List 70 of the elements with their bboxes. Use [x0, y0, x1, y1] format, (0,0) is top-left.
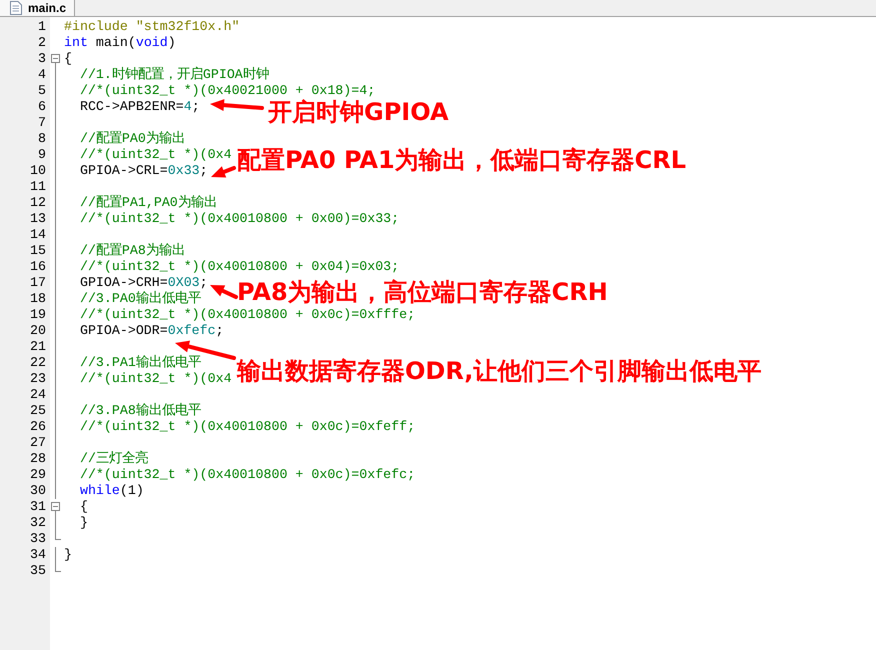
line-number: 15	[29, 243, 47, 259]
annotation-text: 开启时钟GPIOA	[268, 99, 449, 125]
annotation-text: PA8为输出，高位端口寄存器CRH	[237, 279, 608, 305]
line-number: 6	[37, 99, 47, 115]
line-number: 31	[29, 499, 47, 515]
code-line: RCC->APB2ENR=4;	[78, 99, 200, 115]
line-number: 23	[29, 371, 47, 387]
line-number: 29	[29, 467, 47, 483]
line-number: 2	[37, 35, 47, 51]
line-number: 21	[29, 339, 47, 355]
line-number: 33	[29, 531, 47, 547]
code-line: while(1)	[78, 483, 144, 499]
line-number: 7	[37, 115, 47, 131]
annotation-text: 输出数据寄存器ODR,让他们三个引脚输出低电平	[237, 358, 762, 384]
code-line: //*(uint32_t *)(0x40010800 + 0x0c)=0xfffe;	[78, 307, 416, 323]
line-number: 4	[37, 67, 47, 83]
code-line: GPIOA->CRH=0X03;	[78, 275, 208, 290]
code-line: {	[78, 499, 88, 515]
annotation-text: 配置PA0 PA1为输出，低端口寄存器CRL	[237, 147, 686, 173]
line-number: 20	[29, 323, 47, 339]
code-line: //*(uint32_t *)(0x4	[78, 371, 232, 387]
code-line: }	[78, 515, 88, 531]
line-number: 19	[29, 307, 47, 323]
code-line: //3.PA8输出低电平	[78, 403, 201, 419]
line-number: 3	[37, 51, 47, 67]
line-number: 8	[37, 131, 47, 147]
code-line: //三灯全亮	[78, 451, 148, 467]
code-line: GPIOA->ODR=0xfefc;	[78, 323, 224, 339]
line-number: 11	[29, 179, 47, 195]
line-number: 10	[29, 163, 47, 179]
code-line: //*(uint32_t *)(0x40010800 + 0x04)=0x03;	[78, 259, 400, 275]
line-number: 22	[29, 355, 47, 371]
line-number: 12	[29, 195, 47, 211]
line-number: 32	[29, 515, 47, 531]
line-number: 34	[29, 547, 47, 563]
line-number: 5	[37, 83, 47, 99]
code-line: //*(uint32_t *)(0x40010800 + 0x0c)=0xfefc;	[78, 467, 416, 483]
line-number: 14	[29, 227, 47, 243]
line-number: 18	[29, 291, 47, 307]
code-line: {	[63, 51, 72, 67]
line-number: 17	[29, 275, 47, 291]
code-line: int main(void)	[63, 35, 176, 51]
line-number: 25	[29, 403, 47, 419]
code-line: //3.PA0输出低电平	[78, 291, 201, 307]
file-tab[interactable]: main.c	[0, 0, 76, 16]
line-number: 27	[29, 435, 47, 451]
line-number: 26	[29, 419, 47, 435]
line-number: 24	[29, 387, 47, 403]
line-number: 16	[29, 259, 47, 275]
file-icon	[10, 0, 22, 14]
fold-toggle[interactable]	[51, 502, 60, 511]
code-line: //*(uint32_t *)(0x40010800 + 0x00)=0x33;	[78, 211, 400, 227]
code-line: //1.时钟配置，开启GPIOA时钟	[78, 67, 269, 83]
fold-toggle[interactable]	[51, 54, 60, 63]
code-line: GPIOA->CRL=0x33;	[78, 163, 208, 179]
code-line: }	[63, 547, 72, 563]
line-number: 9	[37, 147, 47, 163]
code-line: //3.PA1输出低电平	[78, 355, 201, 371]
line-number: 1	[37, 19, 47, 35]
code-line: //配置PA0为输出	[78, 131, 185, 147]
line-number: 30	[29, 483, 47, 499]
code-line: //*(uint32_t *)(0x40021000 + 0x18)=4;	[78, 83, 376, 99]
line-number: 28	[29, 451, 47, 467]
code-line: //配置PA8为输出	[78, 243, 185, 259]
code-line: #include "stm32f10x.h"	[63, 19, 240, 35]
code-line: //*(uint32_t *)(0x40010800 + 0x0c)=0xfeff;	[78, 419, 416, 435]
line-number: 13	[29, 211, 47, 227]
code-line: //配置PA1,PA0为输出	[78, 195, 217, 211]
code-line: //*(uint32_t *)(0x4	[78, 147, 232, 163]
line-number: 35	[29, 563, 47, 579]
